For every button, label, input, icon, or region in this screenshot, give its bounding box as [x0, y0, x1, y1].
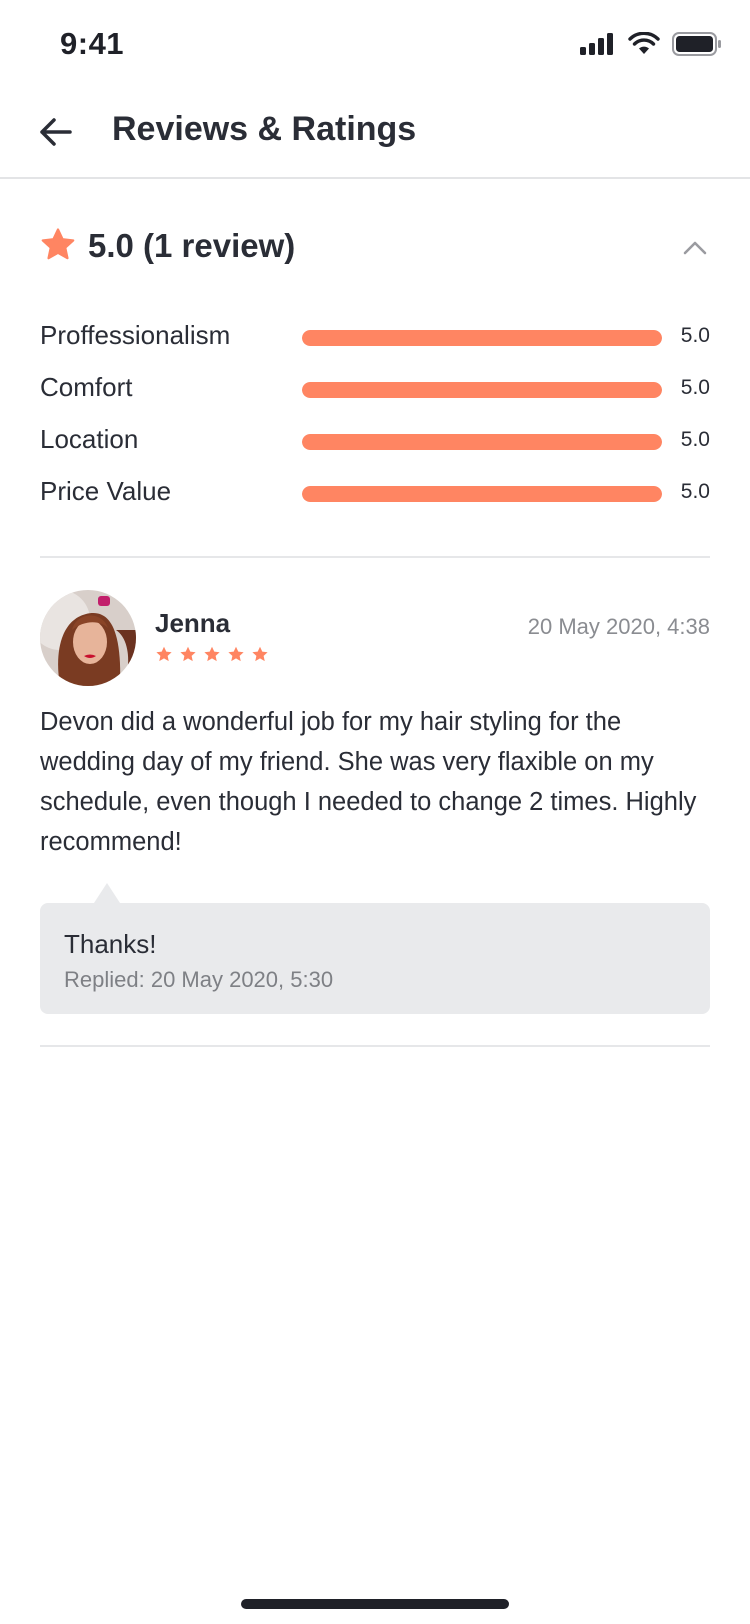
- rating-label: Price Value: [40, 476, 172, 506]
- rating-breakdown: Proffessionalism 5.0 Comfort 5.0 Locatio…: [40, 318, 710, 526]
- rating-value: 5.0: [680, 428, 710, 451]
- home-indicator[interactable]: [241, 1599, 509, 1609]
- status-time: 9:41: [60, 26, 125, 61]
- review-date: 20 May 2020, 4:38: [527, 614, 710, 639]
- rating-bar: [302, 330, 662, 346]
- star-icon: [41, 228, 75, 260]
- reply-pointer: [94, 883, 120, 903]
- rating-label: Location: [40, 424, 139, 454]
- page-title: Reviews & Ratings: [112, 110, 417, 148]
- wifi-icon: [628, 32, 660, 54]
- rating-bar: [302, 486, 662, 502]
- battery-icon: [672, 32, 721, 56]
- back-button[interactable]: [36, 112, 76, 152]
- rating-value: 5.0: [680, 376, 710, 399]
- rating-label: Proffessionalism: [40, 320, 231, 350]
- rating-row: Proffessionalism 5.0: [40, 318, 710, 370]
- star-icon: [204, 646, 220, 662]
- divider: [40, 1045, 710, 1047]
- star-icon: [228, 646, 244, 662]
- rating-value: 5.0: [680, 324, 710, 347]
- rating-bar-fill: [302, 330, 662, 346]
- rating-bar-fill: [302, 486, 662, 502]
- divider: [40, 556, 710, 558]
- status-bar: 9:41: [0, 0, 750, 90]
- reply-timestamp: Replied: 20 May 2020, 5:30: [64, 967, 334, 992]
- rating-bar: [302, 434, 662, 450]
- reviewer-name: Jenna: [155, 608, 231, 638]
- rating-summary-text: 5.0 (1 review): [88, 227, 296, 264]
- reply-text: Thanks!: [64, 929, 157, 959]
- review-stars: [155, 646, 269, 663]
- rating-bar: [302, 382, 662, 398]
- arrow-left-icon: [40, 118, 72, 146]
- rating-bar-fill: [302, 434, 662, 450]
- rating-value: 5.0: [680, 480, 710, 503]
- star-icon: [252, 646, 268, 662]
- avatar-image: [40, 590, 136, 686]
- review-text: Devon did a wonderful job for my hair st…: [40, 708, 697, 856]
- rating-row: Price Value 5.0: [40, 474, 710, 526]
- signal-icon: [580, 33, 613, 55]
- star-icon: [180, 646, 196, 662]
- top-nav: Reviews & Ratings: [0, 90, 750, 179]
- reply-box: Thanks! Replied: 20 May 2020, 5:30: [40, 903, 710, 1014]
- rating-label: Comfort: [40, 372, 133, 402]
- rating-row: Location 5.0: [40, 422, 710, 474]
- status-icons: [580, 32, 722, 56]
- rating-row: Comfort 5.0: [40, 370, 710, 422]
- rating-bar-fill: [302, 382, 662, 398]
- rating-summary: 5.0 (1 review): [40, 225, 710, 275]
- avatar[interactable]: [40, 590, 136, 686]
- collapse-button[interactable]: [680, 233, 710, 263]
- star-icon: [156, 646, 172, 662]
- chevron-up-icon: [683, 241, 707, 255]
